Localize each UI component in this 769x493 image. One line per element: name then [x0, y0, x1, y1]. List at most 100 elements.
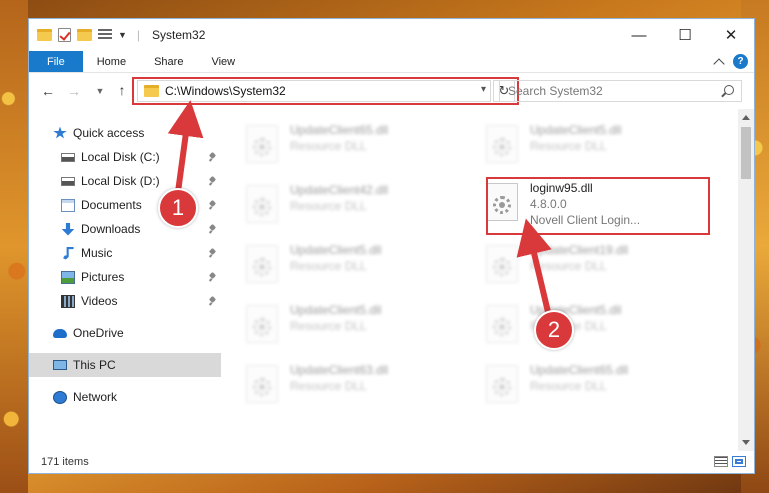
documents-icon — [61, 198, 75, 212]
nav-item-videos[interactable]: Videos — [29, 289, 221, 313]
file-item[interactable]: UpdateClient65.dll Resource DLL — [222, 119, 452, 179]
file-explorer-window: ▼ | System32 — ☐ ✕ File Home Share View … — [28, 18, 755, 474]
nav-item-label: Local Disk (C:) — [81, 150, 160, 164]
file-item[interactable]: UpdateClient65.dll Resource DLL — [462, 359, 692, 419]
nav-item-label: Network — [73, 390, 118, 404]
callout-badge-1: 1 — [158, 188, 198, 228]
scrollbar-thumb[interactable] — [741, 127, 751, 179]
file-type: Resource DLL — [290, 139, 367, 153]
tab-share[interactable]: Share — [140, 51, 197, 72]
pin-icon[interactable] — [209, 177, 217, 185]
status-bar: 171 items — [29, 451, 754, 473]
scroll-up-arrow-icon[interactable] — [742, 115, 750, 120]
expand-ribbon-icon[interactable] — [713, 57, 725, 70]
file-type: Resource DLL — [530, 139, 607, 153]
downloads-icon — [61, 222, 75, 236]
file-type: Resource DLL — [290, 259, 367, 273]
window-controls: — ☐ ✕ — [616, 19, 754, 51]
navigation-pane: Quick access Local Disk (C:) Local Disk … — [29, 109, 222, 451]
nav-item-onedrive[interactable]: OneDrive — [29, 321, 221, 345]
vertical-scrollbar[interactable] — [738, 109, 754, 451]
help-icon[interactable]: ? — [733, 54, 748, 69]
quick-access-toolbar: ▼ | System32 — [29, 28, 205, 42]
search-placeholder: Search System32 — [508, 84, 603, 98]
back-arrow-icon[interactable]: ← — [37, 83, 59, 99]
nav-item-label: OneDrive — [73, 326, 124, 340]
file-item[interactable]: UpdateClient19.dll Resource DLL — [462, 239, 692, 299]
file-item[interactable]: UpdateClient5.dll Resource DLL — [462, 119, 692, 179]
close-button[interactable]: ✕ — [708, 19, 754, 51]
file-name: UpdateClient19.dll — [530, 243, 629, 257]
view-toggle — [714, 456, 746, 467]
address-highlight-box — [132, 77, 519, 105]
callout-badge-2: 2 — [534, 310, 574, 350]
file-name: UpdateClient65.dll — [530, 363, 629, 377]
title-separator: | — [136, 28, 141, 42]
ribbon-right-controls: ? — [713, 54, 748, 70]
item-count: 171 items — [41, 456, 89, 468]
explorer-body: Quick access Local Disk (C:) Local Disk … — [29, 109, 754, 451]
folder-icon — [37, 29, 52, 41]
file-list: UpdateClient65.dll Resource DLL UpdateCl… — [222, 109, 754, 451]
file-name: UpdateClient5.dll — [290, 243, 382, 257]
onedrive-cloud-icon — [53, 328, 67, 338]
music-icon — [63, 246, 74, 260]
file-name: UpdateClient5.dll — [290, 303, 382, 317]
search-input[interactable]: Search System32 — [499, 80, 742, 102]
forward-arrow-icon[interactable]: → — [63, 83, 85, 99]
pictures-icon — [61, 270, 75, 284]
recent-locations-chevron-icon[interactable]: ▼ — [93, 86, 107, 96]
nav-item-network[interactable]: Network — [29, 385, 221, 409]
tab-view[interactable]: View — [197, 51, 249, 72]
file-name: UpdateClient5.dll — [530, 123, 622, 137]
quick-access-star-icon — [53, 126, 67, 139]
search-icon[interactable] — [724, 85, 734, 95]
file-type: Resource DLL — [290, 319, 367, 333]
pin-icon[interactable] — [209, 297, 217, 305]
nav-item-local-disk-c[interactable]: Local Disk (C:) — [29, 145, 221, 169]
file-type: Resource DLL — [290, 199, 367, 213]
pin-icon[interactable] — [209, 249, 217, 257]
new-folder-icon[interactable] — [77, 29, 92, 41]
nav-item-label: Downloads — [81, 222, 141, 236]
nav-item-label: Videos — [81, 294, 118, 308]
file-name: UpdateClient42.dll — [290, 183, 389, 197]
nav-item-label: This PC — [73, 358, 116, 372]
properties-check-icon[interactable] — [58, 28, 71, 42]
local-disk-icon — [61, 152, 75, 162]
this-pc-icon — [53, 360, 67, 370]
dll-file-icon — [246, 185, 278, 223]
dll-file-icon — [246, 245, 278, 283]
nav-item-pictures[interactable]: Pictures — [29, 265, 221, 289]
nav-item-this-pc[interactable]: This PC — [29, 353, 221, 377]
scroll-down-arrow-icon[interactable] — [742, 440, 750, 445]
file-name: UpdateClient65.dll — [290, 123, 389, 137]
tab-home[interactable]: Home — [83, 51, 140, 72]
pin-icon[interactable] — [209, 153, 217, 161]
tab-file[interactable]: File — [29, 51, 83, 72]
qat-dropdown-icon[interactable]: ▼ — [118, 30, 127, 40]
pin-icon[interactable] — [209, 225, 217, 233]
dll-file-icon — [486, 365, 518, 403]
details-view-icon[interactable] — [714, 456, 728, 467]
minimize-button[interactable]: — — [616, 19, 662, 51]
nav-item-label: Documents — [81, 198, 142, 212]
file-item[interactable]: UpdateClient42.dll Resource DLL — [222, 179, 452, 239]
nav-item-quick-access[interactable]: Quick access — [29, 121, 221, 145]
nav-item-local-disk-d[interactable]: Local Disk (D:) — [29, 169, 221, 193]
dll-file-icon — [486, 125, 518, 163]
file-item[interactable]: UpdateClient63.dll Resource DLL — [222, 359, 452, 419]
file-item[interactable]: UpdateClient5.dll Resource DLL — [222, 299, 452, 359]
customize-list-icon[interactable] — [98, 29, 112, 41]
pin-icon[interactable] — [209, 273, 217, 281]
maximize-button[interactable]: ☐ — [662, 19, 708, 51]
file-item[interactable]: UpdateClient5.dll Resource DLL — [462, 299, 692, 359]
file-item[interactable]: UpdateClient5.dll Resource DLL — [222, 239, 452, 299]
nav-item-music[interactable]: Music — [29, 241, 221, 265]
large-icons-view-icon[interactable] — [732, 456, 746, 467]
dll-file-icon — [246, 125, 278, 163]
up-arrow-icon[interactable]: ↑ — [111, 82, 133, 98]
ribbon-tabs: File Home Share View ? — [29, 51, 754, 73]
pin-icon[interactable] — [209, 201, 217, 209]
file-highlight-box — [486, 177, 710, 235]
